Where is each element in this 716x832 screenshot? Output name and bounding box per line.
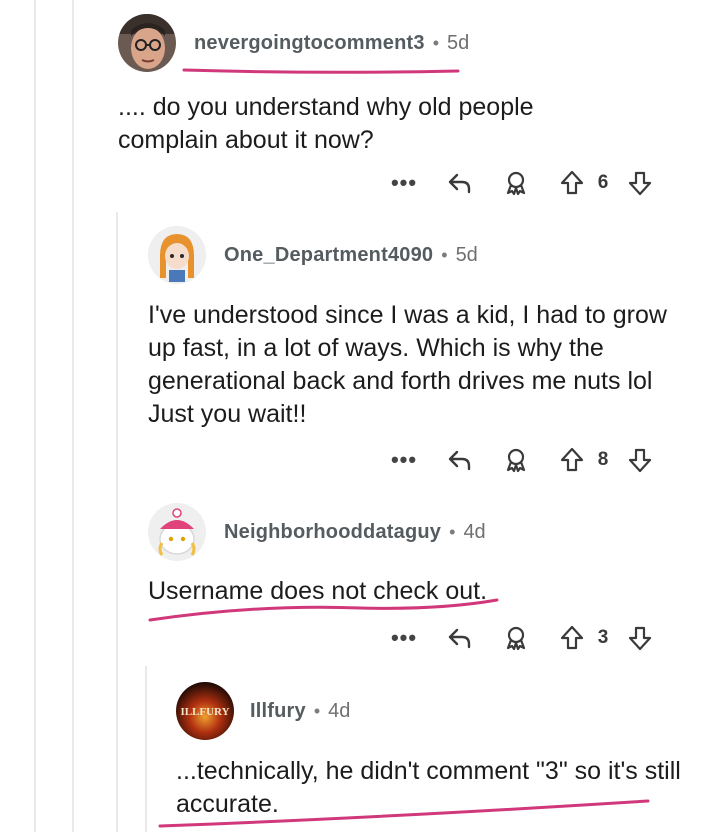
upvote-icon[interactable] xyxy=(554,442,590,478)
username[interactable]: nevergoingtocomment3 xyxy=(194,32,425,55)
comment-body: .... do you understand why old people co… xyxy=(118,93,534,154)
comment-body: Username does not check out. xyxy=(148,577,488,605)
comment-header: ILLFURY Illfury • 4d xyxy=(176,682,706,740)
comment-body: I've understood since I was a kid, I had… xyxy=(148,301,667,428)
vote-count: 8 xyxy=(597,449,609,470)
comment-header: One_Department4090 • 5d xyxy=(148,226,708,284)
thread-line xyxy=(116,212,118,832)
reply-icon[interactable] xyxy=(442,620,478,656)
comment-age: 5d xyxy=(455,243,478,266)
award-icon[interactable] xyxy=(498,165,534,201)
upvote-icon[interactable] xyxy=(554,165,590,201)
thread-line xyxy=(72,0,74,832)
upvote-icon[interactable] xyxy=(554,620,590,656)
comment-one-department4090: One_Department4090 • 5d I've understood … xyxy=(148,226,708,431)
downvote-icon[interactable] xyxy=(622,620,658,656)
avatar[interactable]: ILLFURY xyxy=(176,682,234,740)
more-icon[interactable]: ••• xyxy=(386,625,422,651)
comment-age: 4d xyxy=(328,699,351,722)
comment-actions: ••• 8 xyxy=(386,442,658,478)
more-icon[interactable]: ••• xyxy=(386,170,422,196)
comment-age: 5d xyxy=(447,31,470,54)
comment-header: Neighborhooddataguy • 4d xyxy=(148,503,708,561)
vote-count: 3 xyxy=(597,627,609,648)
separator-dot: • xyxy=(449,521,456,542)
comment-actions: ••• 6 xyxy=(386,165,658,201)
downvote-icon[interactable] xyxy=(622,165,658,201)
separator-dot: • xyxy=(313,700,321,721)
reply-icon[interactable] xyxy=(442,165,478,201)
thread-line xyxy=(145,666,147,832)
comment-actions: ••• 3 xyxy=(386,620,658,656)
comment-neighborhooddataguy: Neighborhooddataguy • 4d Username does n… xyxy=(148,503,708,608)
award-icon[interactable] xyxy=(498,442,534,478)
comment-header: nevergoingtocomment3 • 5d xyxy=(118,14,698,72)
avatar[interactable] xyxy=(148,503,206,561)
comment-illfury: ILLFURY Illfury • 4d ...technically, he … xyxy=(176,682,706,821)
avatar-logo-text: ILLFURY xyxy=(180,706,229,718)
downvote-icon[interactable] xyxy=(622,442,658,478)
avatar[interactable] xyxy=(148,226,206,284)
comment-nevergoingtocomment3: nevergoingtocomment3 • 5d .... do you un… xyxy=(118,14,698,157)
username[interactable]: Illfury xyxy=(250,700,306,723)
avatar[interactable] xyxy=(118,14,176,72)
comment-body: ...technically, he didn't comment "3" so… xyxy=(176,757,681,818)
vote-count: 6 xyxy=(597,172,609,193)
thread-line xyxy=(34,0,36,832)
award-icon[interactable] xyxy=(498,620,534,656)
separator-dot: • xyxy=(441,244,448,265)
more-icon[interactable]: ••• xyxy=(386,447,422,473)
separator-dot: • xyxy=(432,32,440,53)
reply-icon[interactable] xyxy=(442,442,478,478)
username[interactable]: Neighborhooddataguy xyxy=(224,521,441,544)
username[interactable]: One_Department4090 xyxy=(224,244,433,267)
comment-age: 4d xyxy=(463,520,486,543)
